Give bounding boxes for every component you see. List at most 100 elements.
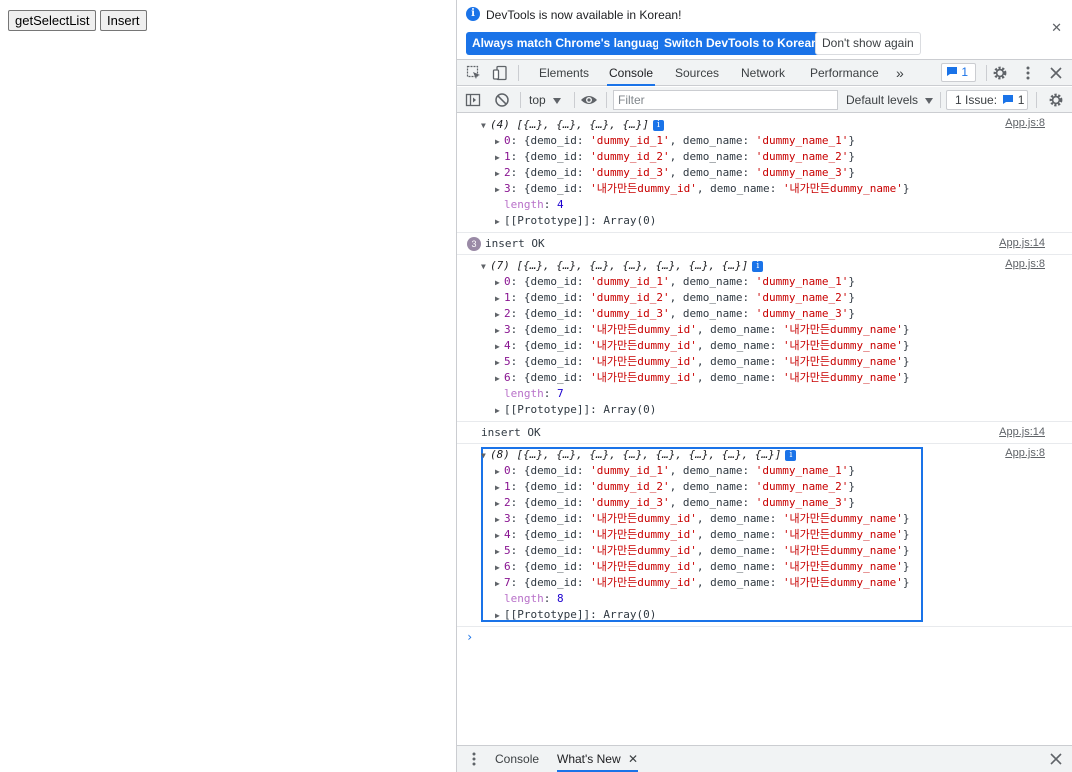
insert-button[interactable]: Insert <box>100 10 147 31</box>
demo-id-value: 'dummy_id_1' <box>590 134 670 147</box>
expand-triangle-icon[interactable]: ▶ <box>495 182 504 198</box>
drawer-tab-label: What's New <box>557 752 621 766</box>
array-item-row[interactable]: ▶ 2: {demo_id: 'dummy_id_3', demo_name: '… <box>481 495 1072 511</box>
expand-triangle-icon[interactable]: ▶ <box>495 371 504 387</box>
drawer-menu-icon[interactable] <box>466 751 482 767</box>
drawer-tab-whats-new[interactable]: What's New ✕ <box>557 746 639 772</box>
array-summary[interactable]: ▼ (4) [{…}, {…}, {…}, {…}] i <box>481 117 1072 133</box>
expand-triangle-icon[interactable]: ▶ <box>495 291 504 307</box>
drawer-tab-console[interactable]: Console <box>495 746 539 772</box>
close-icon[interactable]: ✕ <box>1051 20 1062 36</box>
demo-name-key: demo_name <box>710 512 770 525</box>
show-sidebar-icon[interactable] <box>465 92 481 108</box>
expand-triangle-icon[interactable]: ▶ <box>495 528 504 544</box>
messages-badge[interactable]: 1 <box>941 63 976 82</box>
array-item-row[interactable]: ▶ 2: {demo_id: 'dummy_id_3', demo_name: '… <box>481 165 1072 181</box>
expand-triangle-icon[interactable]: ▼ <box>481 448 490 464</box>
array-item-row[interactable]: ▶ 7: {demo_id: '내가만든dummy_id', demo_name:… <box>481 575 1072 591</box>
expand-triangle-icon[interactable]: ▶ <box>495 307 504 323</box>
array-summary[interactable]: ▼ (8) [{…}, {…}, {…}, {…}, {…}, {…}, {…},… <box>481 447 1072 463</box>
array-item-row[interactable]: ▶ 3: {demo_id: '내가만든dummy_id', demo_name:… <box>481 511 1072 527</box>
expand-triangle-icon[interactable]: ▼ <box>481 259 490 275</box>
clear-console-icon[interactable] <box>494 92 510 108</box>
array-item-row[interactable]: ▶ 4: {demo_id: '내가만든dummy_id', demo_name:… <box>481 527 1072 543</box>
prototype-row[interactable]: ▶ [[Prototype]]: Array(0) <box>481 607 1072 623</box>
tab-elements[interactable]: Elements <box>537 60 591 86</box>
switch-to-korean-button[interactable]: Switch DevTools to Korean <box>658 32 825 55</box>
always-match-language-button[interactable]: Always match Chrome's language <box>466 32 673 55</box>
live-expression-eye-icon[interactable] <box>580 92 597 108</box>
array-item-row[interactable]: ▶ 0: {demo_id: 'dummy_id_1', demo_name: '… <box>481 463 1072 479</box>
dont-show-again-button[interactable]: Don't show again <box>815 32 921 55</box>
expand-triangle-icon[interactable]: ▶ <box>495 403 504 419</box>
settings-gear-icon[interactable] <box>992 65 1008 81</box>
demo-name-key: demo_name <box>710 323 770 336</box>
expand-triangle-icon[interactable]: ▶ <box>495 464 504 480</box>
item-index: 0 <box>504 134 511 147</box>
prototype-value: Array(0) <box>603 608 657 621</box>
info-icon[interactable]: i <box>752 260 764 272</box>
expand-triangle-icon[interactable]: ▶ <box>495 150 504 166</box>
console-prompt[interactable]: › <box>457 627 1072 647</box>
array-item-row[interactable]: ▶ 3: {demo_id: '내가만든dummy_id', demo_name:… <box>481 322 1072 338</box>
filter-input[interactable] <box>613 90 838 110</box>
get-select-list-button[interactable]: getSelectList <box>8 10 97 31</box>
array-item-row[interactable]: ▶ 5: {demo_id: '내가만든dummy_id', demo_name:… <box>481 354 1072 370</box>
expand-triangle-icon[interactable]: ▶ <box>495 134 504 150</box>
more-options-icon[interactable] <box>1020 65 1036 81</box>
tab-console[interactable]: Console <box>607 60 656 86</box>
expand-triangle-icon[interactable]: ▶ <box>495 275 504 291</box>
array-item-row[interactable]: ▶ 1: {demo_id: 'dummy_id_2', demo_name: '… <box>481 149 1072 165</box>
expand-triangle-icon[interactable]: ▶ <box>495 576 504 592</box>
array-item-row[interactable]: ▶ 6: {demo_id: '내가만든dummy_id', demo_name:… <box>481 370 1072 386</box>
expand-triangle-icon[interactable]: ▶ <box>495 323 504 339</box>
expand-triangle-icon[interactable]: ▶ <box>495 355 504 371</box>
issues-button[interactable]: 1 Issue: 1 <box>946 90 1028 110</box>
console-settings-gear-icon[interactable] <box>1048 92 1064 108</box>
array-item-row[interactable]: ▶ 6: {demo_id: '내가만든dummy_id', demo_name:… <box>481 559 1072 575</box>
close-devtools-icon[interactable] <box>1048 65 1064 81</box>
demo-name-key: demo_name <box>710 560 770 573</box>
array-item-row[interactable]: ▶ 0: {demo_id: 'dummy_id_1', demo_name: '… <box>481 274 1072 290</box>
prototype-row[interactable]: ▶ [[Prototype]]: Array(0) <box>481 213 1072 229</box>
tab-network[interactable]: Network <box>739 60 787 86</box>
demo-name-value: '내가만든dummy_name' <box>782 528 903 541</box>
array-summary[interactable]: ▼ (7) [{…}, {…}, {…}, {…}, {…}, {…}, {…}]… <box>481 258 1072 274</box>
tab-performance[interactable]: Performance <box>808 60 881 86</box>
demo-name-key: demo_name <box>682 134 743 147</box>
info-icon[interactable]: i <box>785 449 797 461</box>
expand-triangle-icon[interactable]: ▶ <box>495 166 504 182</box>
expand-triangle-icon[interactable]: ▼ <box>481 118 490 134</box>
device-toolbar-icon[interactable] <box>492 65 508 81</box>
array-item-row[interactable]: ▶ 3: {demo_id: '내가만든dummy_id', demo_name:… <box>481 181 1072 197</box>
demo-id-value: 'dummy_id_3' <box>590 166 670 179</box>
inspect-element-icon[interactable] <box>466 65 482 81</box>
expand-triangle-icon[interactable]: ▶ <box>495 480 504 496</box>
array-item-row[interactable]: ▶ 2: {demo_id: 'dummy_id_3', demo_name: '… <box>481 306 1072 322</box>
expand-triangle-icon[interactable]: ▶ <box>495 608 504 624</box>
more-tabs-icon[interactable]: » <box>894 60 906 86</box>
array-item-row[interactable]: ▶ 1: {demo_id: 'dummy_id_2', demo_name: '… <box>481 290 1072 306</box>
close-tab-icon[interactable]: ✕ <box>628 752 638 766</box>
context-selector[interactable]: top <box>529 93 562 107</box>
array-item-row[interactable]: ▶ 5: {demo_id: '내가만든dummy_id', demo_name:… <box>481 543 1072 559</box>
log-levels-dropdown[interactable]: Default levels <box>846 93 934 107</box>
expand-triangle-icon[interactable]: ▶ <box>495 214 504 230</box>
array-item-row[interactable]: ▶ 0: {demo_id: 'dummy_id_1', demo_name: '… <box>481 133 1072 149</box>
chevron-down-icon <box>553 98 562 104</box>
expand-triangle-icon[interactable]: ▶ <box>495 339 504 355</box>
expand-triangle-icon[interactable]: ▶ <box>495 496 504 512</box>
expand-triangle-icon[interactable]: ▶ <box>495 560 504 576</box>
info-icon[interactable]: i <box>652 119 664 131</box>
demo-id-key: demo_id <box>530 339 577 352</box>
array-item-row[interactable]: ▶ 1: {demo_id: 'dummy_id_2', demo_name: '… <box>481 479 1072 495</box>
prototype-row[interactable]: ▶ [[Prototype]]: Array(0) <box>481 402 1072 418</box>
console-message-array: App.js:8 ▼ (4) [{…}, {…}, {…}, {…}] i ▶ 0: … <box>457 114 1072 233</box>
log-text: insert OK <box>481 426 541 439</box>
array-item-row[interactable]: ▶ 4: {demo_id: '내가만든dummy_id', demo_name:… <box>481 338 1072 354</box>
expand-triangle-icon[interactable]: ▶ <box>495 512 504 528</box>
expand-triangle-icon[interactable]: ▶ <box>495 544 504 560</box>
close-drawer-icon[interactable] <box>1048 751 1064 767</box>
demo-name-value: 'dummy_name_2' <box>755 150 849 163</box>
tab-sources[interactable]: Sources <box>673 60 721 86</box>
